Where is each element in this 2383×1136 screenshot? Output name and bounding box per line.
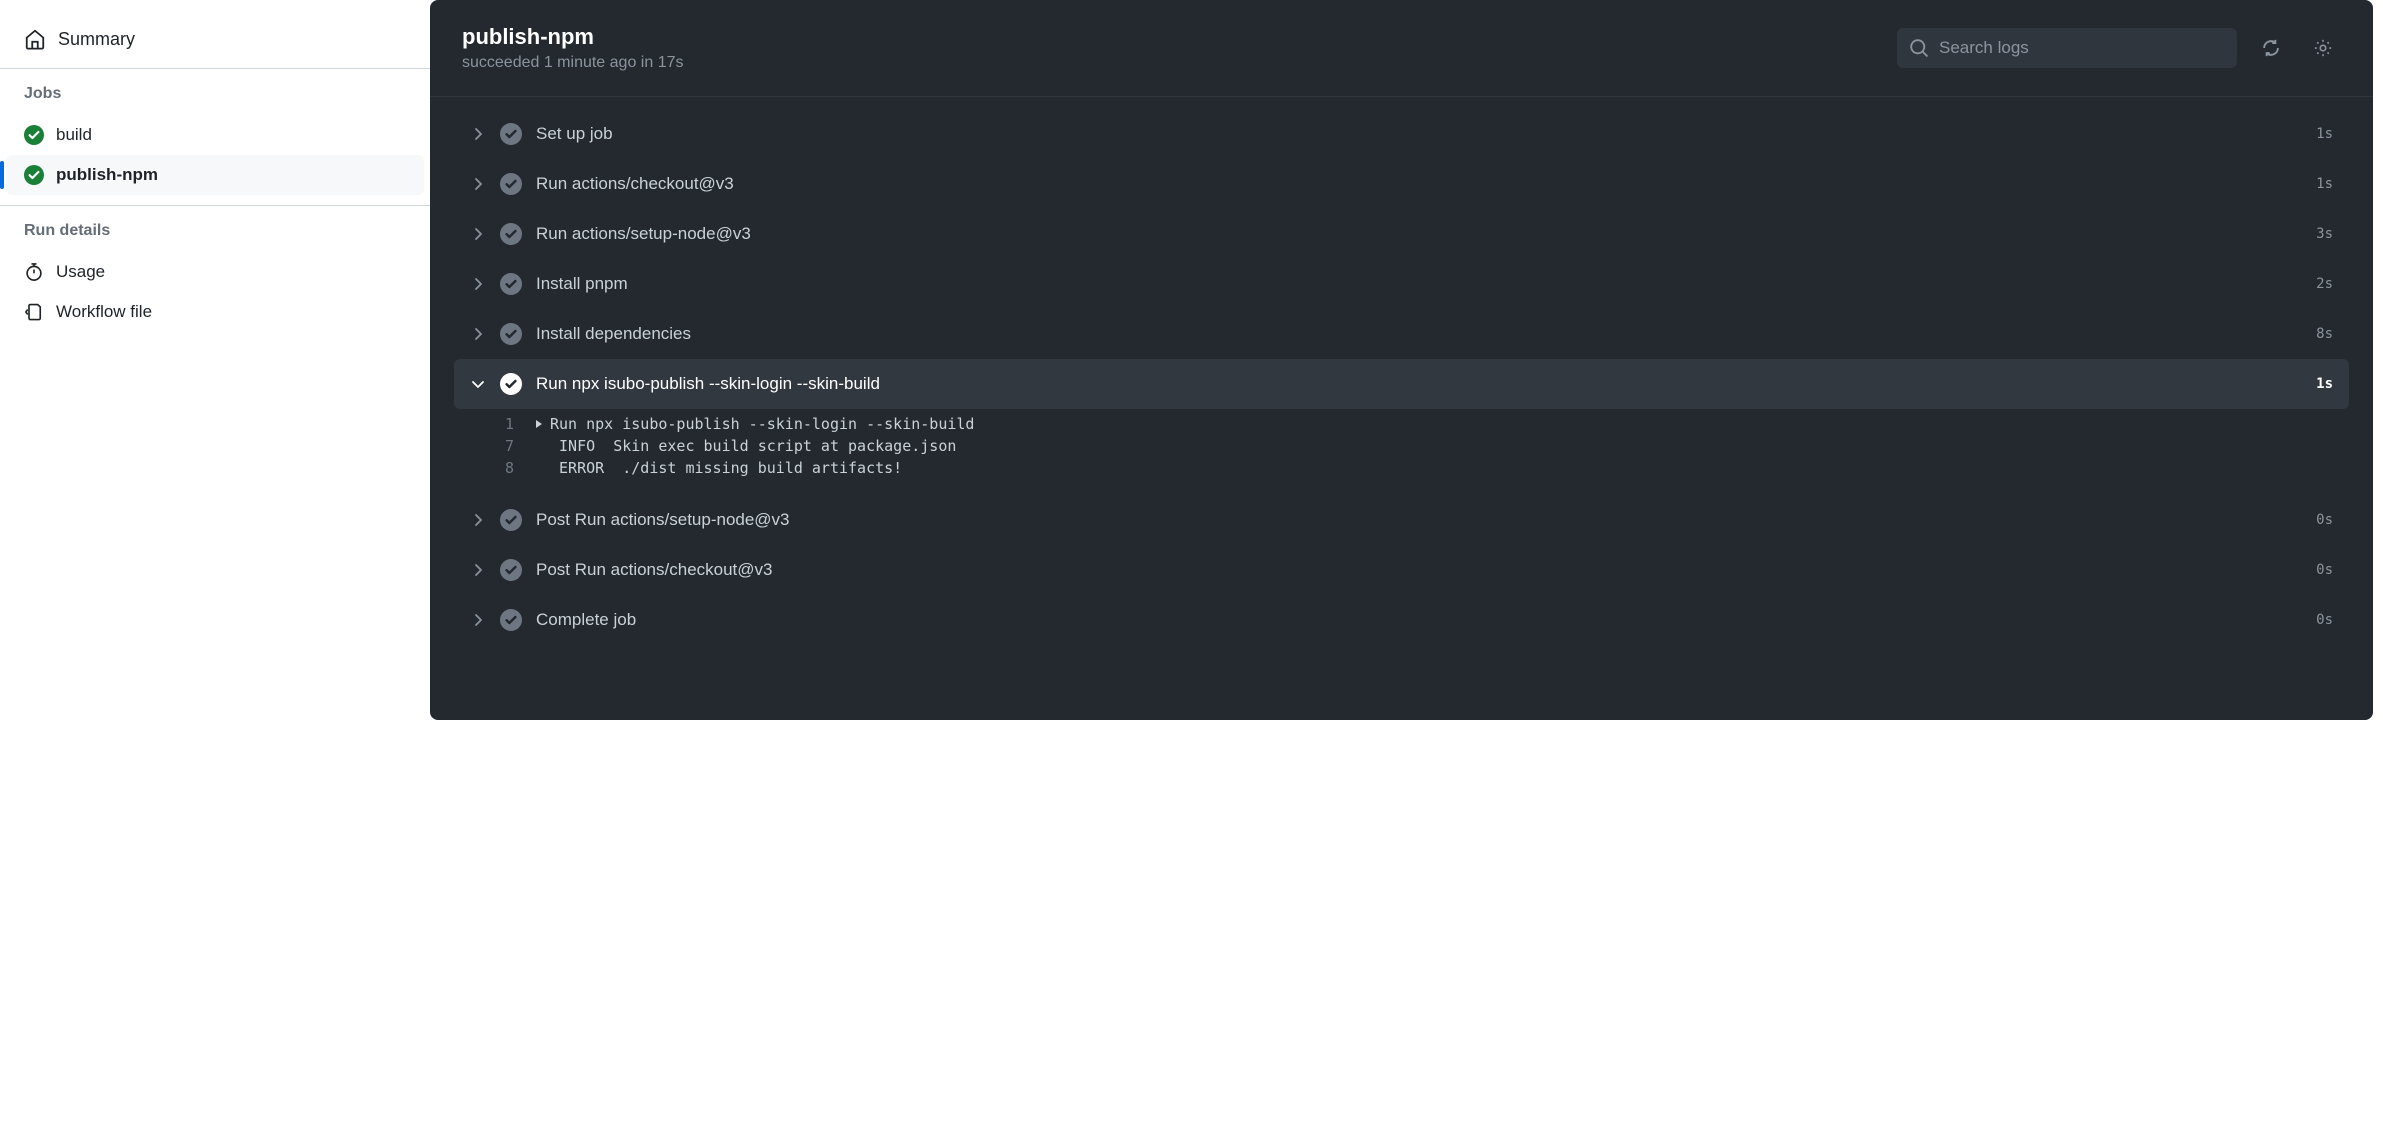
check-circle-icon — [500, 173, 522, 195]
search-input[interactable] — [1897, 28, 2237, 68]
step-row[interactable]: Run npx isubo-publish --skin-login --ski… — [454, 359, 2349, 409]
stopwatch-icon — [24, 262, 44, 282]
steps-list: Set up job 1s Run actions/checkout@v3 1s… — [430, 97, 2373, 669]
log-output: 1 Run npx isubo-publish --skin-login --s… — [454, 409, 2349, 495]
jobs-heading: Jobs — [0, 85, 430, 115]
chevron-right-icon — [470, 326, 486, 342]
job-status-line: succeeded 1 minute ago in 17s — [462, 54, 1881, 72]
check-circle-icon — [500, 223, 522, 245]
step-duration: 0s — [2316, 612, 2333, 628]
step-duration: 1s — [2316, 126, 2333, 142]
chevron-right-icon — [470, 612, 486, 628]
workflow-file-icon — [24, 302, 44, 322]
workflow-file-link[interactable]: Workflow file — [0, 292, 430, 332]
check-circle-icon — [24, 165, 44, 185]
step-row[interactable]: Post Run actions/setup-node@v3 0s — [454, 495, 2349, 545]
summary-link[interactable]: Summary — [0, 20, 430, 58]
log-line-content: INFO Skin exec build script at package.j… — [534, 437, 956, 455]
step-row[interactable]: Complete job 0s — [454, 595, 2349, 645]
step-duration: 8s — [2316, 326, 2333, 342]
divider — [0, 205, 430, 206]
step-row[interactable]: Install pnpm 2s — [454, 259, 2349, 309]
check-circle-icon — [500, 323, 522, 345]
step-name: Run actions/checkout@v3 — [536, 174, 2302, 194]
check-circle-icon — [500, 373, 522, 395]
log-line[interactable]: 7 INFO Skin exec build script at package… — [454, 435, 2349, 457]
step-duration: 3s — [2316, 226, 2333, 242]
log-line-text: ERROR ./dist missing build artifacts! — [550, 459, 902, 477]
step-duration: 1s — [2316, 376, 2333, 392]
step-name: Install pnpm — [536, 274, 2302, 294]
search-wrapper — [1897, 28, 2237, 68]
chevron-right-icon — [470, 126, 486, 142]
step-name: Complete job — [536, 610, 2302, 630]
chevron-right-icon — [470, 176, 486, 192]
step-name: Run npx isubo-publish --skin-login --ski… — [536, 374, 2302, 394]
sidebar-job-publish-npm[interactable]: publish-npm — [6, 155, 424, 195]
sidebar-job-label: build — [56, 125, 92, 145]
step-row[interactable]: Install dependencies 8s — [454, 309, 2349, 359]
log-line[interactable]: 1 Run npx isubo-publish --skin-login --s… — [454, 413, 2349, 435]
log-line-number: 7 — [454, 437, 514, 455]
settings-button[interactable] — [2305, 30, 2341, 66]
sidebar-job-label: publish-npm — [56, 165, 158, 185]
check-circle-icon — [24, 125, 44, 145]
refresh-icon — [2261, 38, 2281, 58]
step-duration: 0s — [2316, 562, 2333, 578]
log-line-number: 8 — [454, 459, 514, 477]
log-line-number: 1 — [454, 415, 514, 433]
step-row[interactable]: Run actions/checkout@v3 1s — [454, 159, 2349, 209]
chevron-right-icon — [470, 512, 486, 528]
step-duration: 1s — [2316, 176, 2333, 192]
job-title: publish-npm — [462, 24, 1881, 50]
check-circle-icon — [500, 123, 522, 145]
step-name: Set up job — [536, 124, 2302, 144]
summary-label: Summary — [58, 29, 135, 50]
workflow-sidebar: Summary Jobs build publish-npm Run detai… — [0, 0, 430, 730]
caret-right-icon[interactable] — [534, 419, 544, 429]
usage-label: Usage — [56, 262, 105, 282]
step-row[interactable]: Set up job 1s — [454, 109, 2349, 159]
log-line-content: ERROR ./dist missing build artifacts! — [534, 459, 902, 477]
job-panel: publish-npm succeeded 1 minute ago in 17… — [430, 0, 2373, 720]
job-header-info: publish-npm succeeded 1 minute ago in 17… — [462, 24, 1881, 72]
divider — [0, 68, 430, 69]
workflow-file-label: Workflow file — [56, 302, 152, 322]
step-row[interactable]: Post Run actions/checkout@v3 0s — [454, 545, 2349, 595]
gear-icon — [2313, 38, 2333, 58]
search-icon — [1909, 38, 1929, 58]
log-line-text: Run npx isubo-publish --skin-login --ski… — [550, 415, 974, 433]
check-circle-icon — [500, 609, 522, 631]
step-duration: 2s — [2316, 276, 2333, 292]
log-line-content: Run npx isubo-publish --skin-login --ski… — [534, 415, 974, 433]
run-details-heading: Run details — [0, 222, 430, 252]
check-circle-icon — [500, 509, 522, 531]
check-circle-icon — [500, 273, 522, 295]
chevron-right-icon — [470, 276, 486, 292]
step-name: Run actions/setup-node@v3 — [536, 224, 2302, 244]
chevron-right-icon — [470, 226, 486, 242]
home-icon — [24, 28, 46, 50]
sidebar-job-build[interactable]: build — [6, 115, 424, 155]
log-line-text: INFO Skin exec build script at package.j… — [550, 437, 956, 455]
step-name: Post Run actions/checkout@v3 — [536, 560, 2302, 580]
chevron-right-icon — [470, 562, 486, 578]
chevron-down-icon — [470, 376, 486, 392]
check-circle-icon — [500, 559, 522, 581]
step-duration: 0s — [2316, 512, 2333, 528]
step-row[interactable]: Run actions/setup-node@v3 3s — [454, 209, 2349, 259]
step-name: Install dependencies — [536, 324, 2302, 344]
step-name: Post Run actions/setup-node@v3 — [536, 510, 2302, 530]
log-line[interactable]: 8 ERROR ./dist missing build artifacts! — [454, 457, 2349, 479]
refresh-button[interactable] — [2253, 30, 2289, 66]
usage-link[interactable]: Usage — [0, 252, 430, 292]
job-header: publish-npm succeeded 1 minute ago in 17… — [430, 0, 2373, 97]
